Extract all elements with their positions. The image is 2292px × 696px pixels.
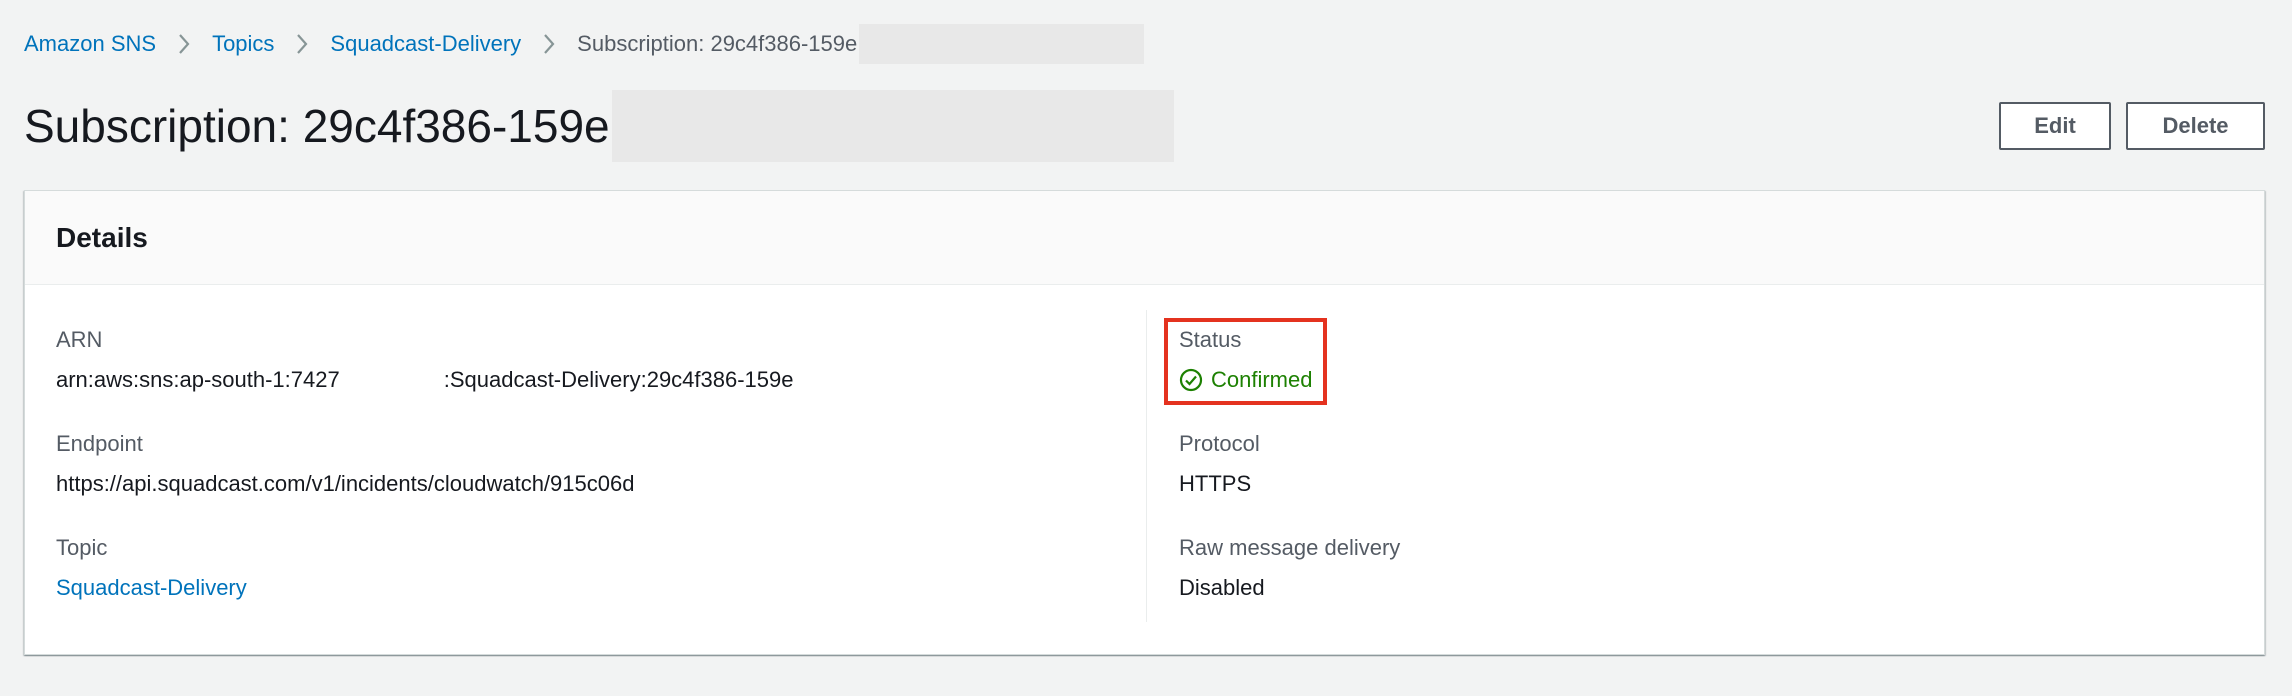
page-title-text: Subscription: 29c4f386-159e: [24, 100, 610, 152]
breadcrumb-current: Subscription: 29c4f386-159e: [577, 31, 858, 56]
endpoint-label: Endpoint: [56, 431, 143, 456]
redacted-region: [611, 90, 1174, 162]
breadcrumb-topic-squadcast-delivery[interactable]: Squadcast-Delivery: [330, 31, 521, 57]
protocol-value: HTTPS: [1179, 471, 1252, 496]
edit-button[interactable]: Edit: [1999, 102, 2111, 150]
topic-field: Topic Squadcast-Delivery: [56, 533, 956, 603]
raw-delivery-label: Raw message delivery: [1179, 535, 1401, 560]
arn-value: arn:aws:sns:ap-south-1:7427 :Squadcast-De…: [56, 365, 956, 395]
protocol-field: Protocol HTTPS: [1179, 429, 2079, 499]
protocol-label: Protocol: [1179, 431, 1260, 456]
header-actions: Edit Delete: [1999, 102, 2265, 150]
delete-button[interactable]: Delete: [2126, 102, 2265, 150]
chevron-right-icon: [178, 33, 190, 55]
topic-label: Topic: [56, 535, 108, 560]
column-divider: [1146, 310, 1147, 622]
arn-value-end: :Squadcast-Delivery:29c4f386-159e: [443, 367, 794, 392]
breadcrumb-topics[interactable]: Topics: [212, 31, 274, 57]
topic-link[interactable]: Squadcast-Delivery: [56, 573, 956, 603]
redacted-region: [859, 24, 1145, 64]
arn-field: ARN arn:aws:sns:ap-south-1:7427 :Squadcas…: [56, 325, 956, 395]
endpoint-field: Endpoint https://api.squadcast.com/v1/in…: [56, 429, 956, 499]
details-panel-header: Details: [25, 191, 2264, 285]
page-title: Subscription: 29c4f386-159e: [24, 90, 1174, 162]
status-highlight-box: [1164, 318, 1327, 405]
endpoint-value: https://api.squadcast.com/v1/incidents/c…: [56, 471, 635, 496]
raw-delivery-field: Raw message delivery Disabled: [1179, 533, 2079, 603]
chevron-right-icon: [296, 33, 308, 55]
raw-delivery-value: Disabled: [1179, 575, 1265, 600]
breadcrumb-amazon-sns[interactable]: Amazon SNS: [24, 31, 156, 57]
breadcrumb: Amazon SNS Topics Squadcast-Delivery Sub…: [24, 24, 1145, 64]
arn-value-start: arn:aws:sns:ap-south-1:7427: [56, 367, 340, 392]
arn-label: ARN: [56, 327, 103, 352]
chevron-right-icon: [543, 33, 555, 55]
details-panel: Details ARN arn:aws:sns:ap-south-1:7427:…: [24, 190, 2265, 655]
details-title: Details: [56, 221, 148, 253]
details-panel-body: ARN arn:aws:sns:ap-south-1:7427 :Squadcas…: [25, 285, 2264, 655]
page-header: Subscription: 29c4f386-159e Edit Delete: [24, 90, 2265, 162]
